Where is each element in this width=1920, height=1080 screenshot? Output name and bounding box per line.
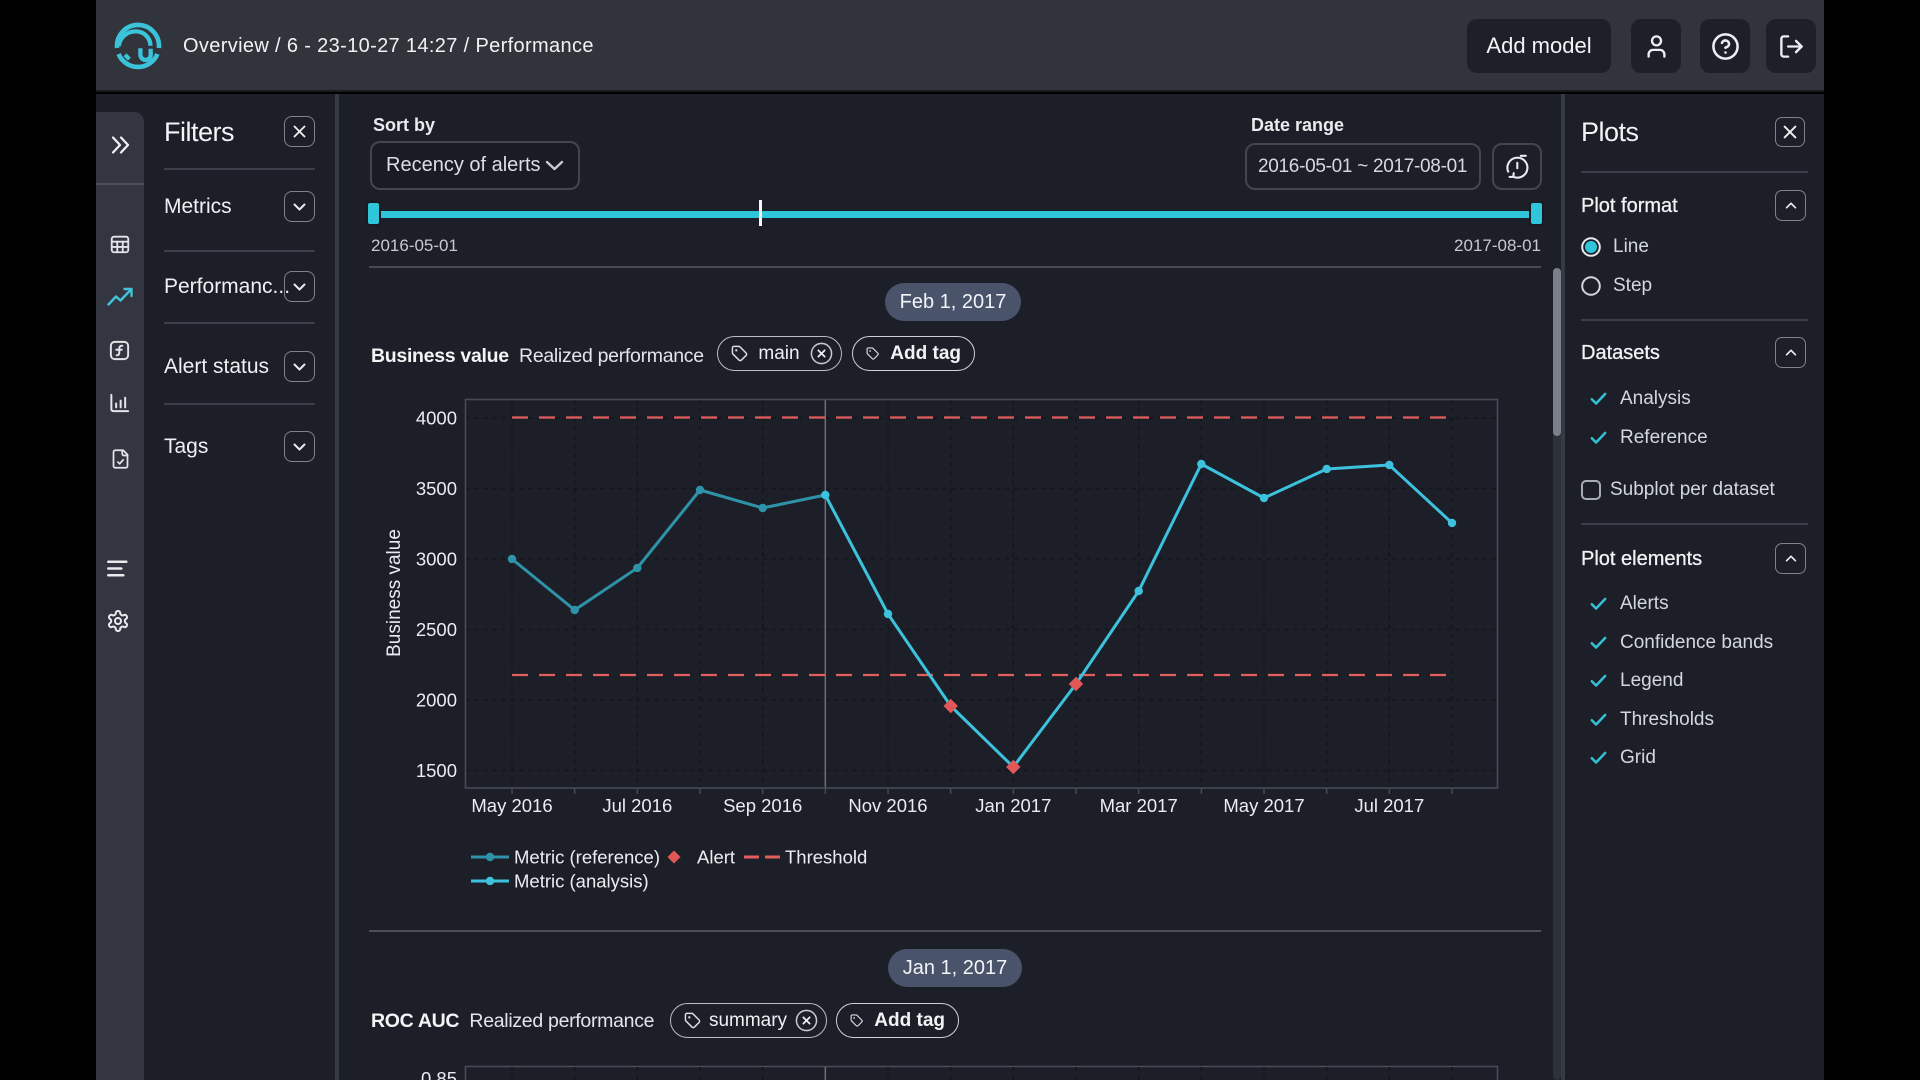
svg-text:2500: 2500: [416, 619, 457, 640]
svg-text:Alert: Alert: [697, 847, 735, 868]
svg-text:Jul 2017: Jul 2017: [1354, 795, 1424, 816]
svg-text:Mar 2017: Mar 2017: [1100, 795, 1178, 816]
svg-text:Jul 2016: Jul 2016: [602, 795, 672, 816]
svg-text:Nov 2016: Nov 2016: [848, 795, 927, 816]
svg-text:Business value: Business value: [384, 529, 405, 657]
svg-text:Metric (reference): Metric (reference): [514, 847, 660, 868]
svg-text:1500: 1500: [416, 760, 457, 781]
svg-text:3000: 3000: [416, 549, 457, 570]
svg-text:Jan 2017: Jan 2017: [975, 795, 1051, 816]
svg-text:May 2017: May 2017: [1223, 795, 1304, 816]
svg-text:Sep 2016: Sep 2016: [723, 795, 802, 816]
svg-text:4000: 4000: [416, 408, 457, 429]
svg-text:Threshold: Threshold: [785, 847, 867, 868]
svg-text:0.85: 0.85: [421, 1068, 457, 1080]
svg-text:2000: 2000: [416, 690, 457, 711]
svg-text:3500: 3500: [416, 478, 457, 499]
svg-text:May 2016: May 2016: [471, 795, 552, 816]
svg-text:Metric (analysis): Metric (analysis): [514, 871, 649, 892]
